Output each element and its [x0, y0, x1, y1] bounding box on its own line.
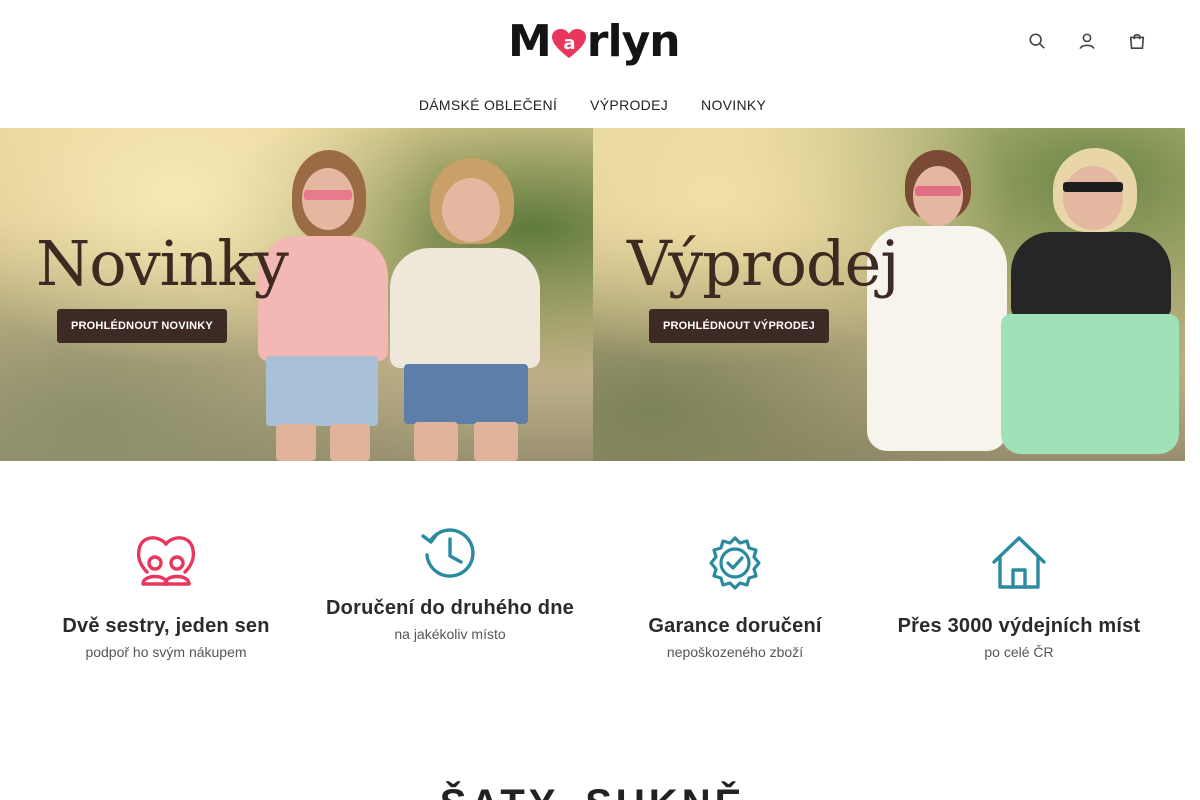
logo-suffix: rlyn [586, 15, 681, 67]
site-header: M a rlyn DÁMSKÉ OBLEČENÍ VÝPRODEJ NOVINK… [0, 0, 1185, 128]
main-nav: DÁMSKÉ OBLEČENÍ VÝPRODEJ NOVINKY [0, 96, 1185, 114]
logo-wordmark: M a rlyn [508, 14, 681, 68]
feature-title: Garance doručení [648, 615, 822, 637]
logo-heart-icon: a [551, 29, 586, 59]
nav-item-novinky[interactable]: NOVINKY [701, 96, 766, 114]
feature-item: Garance doručení nepoškozeného zboží [605, 532, 865, 661]
history-clock-icon [417, 522, 483, 588]
model-figure [380, 128, 550, 461]
feature-subtitle: nepoškozeného zboží [666, 644, 804, 660]
feature-title: Přes 3000 výdejních míst [897, 615, 1141, 637]
header-actions [1027, 30, 1147, 52]
logo-prefix: M [508, 15, 552, 67]
badge-check-icon [702, 532, 768, 598]
benefits-row: Dvě sestry, jeden sen podpoř ho svým nák… [0, 520, 1185, 680]
model-figure [993, 128, 1183, 461]
home-icon [986, 532, 1052, 598]
banner-title: Výprodej [627, 227, 900, 300]
feature-title: Dvě sestry, jeden sen [62, 615, 270, 637]
banner-vyprodej[interactable]: Výprodej PROHLÉDNOUT VÝPRODEJ [593, 128, 1185, 461]
feature-title: Doručení do druhého dne [326, 597, 574, 619]
feature-subtitle: po celé ČR [984, 644, 1054, 660]
heart-people-icon [133, 532, 199, 598]
search-icon[interactable] [1027, 30, 1047, 52]
browse-novinky-button[interactable]: PROHLÉDNOUT NOVINKY [57, 309, 227, 343]
nav-item-vyprodej[interactable]: VÝPRODEJ [590, 96, 668, 114]
feature-item: Doručení do druhého dne na jakékoliv mís… [320, 522, 580, 643]
feature-subtitle: na jakékoliv místo [394, 626, 506, 642]
section-heading: ŠATY, SUKNĚ [0, 782, 1185, 800]
user-icon[interactable] [1077, 30, 1097, 52]
nav-item-damske-obleceni[interactable]: DÁMSKÉ OBLEČENÍ [419, 96, 557, 114]
banner-novinky[interactable]: Novinky PROHLÉDNOUT NOVINKY [0, 128, 593, 461]
banner-title: Novinky [36, 227, 289, 300]
feature-item: Přes 3000 výdejních míst po celé ČR [889, 532, 1149, 661]
feature-item: Dvě sestry, jeden sen podpoř ho svým nák… [36, 532, 296, 661]
logo-heart-letter: a [563, 33, 574, 54]
logo[interactable]: M a rlyn [508, 14, 681, 68]
hero-banners: Novinky PROHLÉDNOUT NOVINKY Výprodej PRO… [0, 128, 1185, 461]
feature-subtitle: podpoř ho svým nákupem [85, 644, 247, 660]
browse-vyprodej-button[interactable]: PROHLÉDNOUT VÝPRODEJ [649, 309, 829, 343]
cart-icon[interactable] [1127, 30, 1147, 52]
